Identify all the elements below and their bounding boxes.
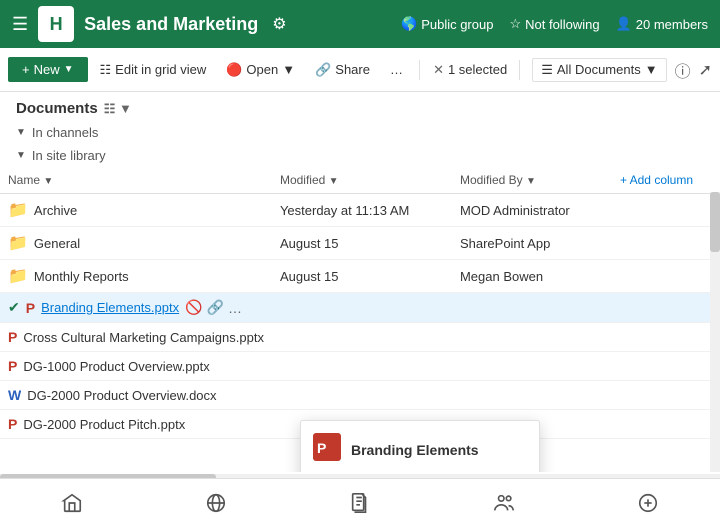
documents-title: Documents	[16, 100, 98, 117]
scrollbar-thumb[interactable]	[710, 192, 720, 252]
svg-text:P: P	[317, 440, 326, 456]
nav-home[interactable]	[45, 486, 99, 520]
table-row[interactable]: PDG-1000 Product Overview.pptx	[0, 352, 720, 381]
table-row[interactable]: 📁Archive Yesterday at 11:13 AM MOD Admin…	[0, 194, 720, 227]
info-button[interactable]: ⓘ	[675, 58, 691, 82]
more-actions-icon[interactable]: …	[228, 300, 242, 316]
all-docs-dropdown[interactable]: ☰ All Documents ▼	[532, 58, 666, 82]
plus-icon: +	[22, 62, 30, 77]
file-table: Name ▼ Modified ▼ Modified By ▼ + Add co…	[0, 167, 720, 439]
follow-button[interactable]: ☆ Not following	[509, 16, 599, 32]
tooltip-pptx-icon: P	[313, 433, 341, 467]
view-switcher[interactable]: ☷ ▼	[104, 101, 132, 117]
tooltip-header: P Branding Elements	[301, 421, 539, 472]
content-area: Documents ☷ ▼ ▼ In channels ▼ In site li…	[0, 92, 720, 472]
docx-icon: W	[8, 387, 21, 403]
hamburger-icon[interactable]: ☰	[12, 14, 28, 35]
folder-icon: 📁	[8, 266, 28, 286]
pptx-icon: P	[8, 416, 17, 432]
table-row[interactable]: PCross Cultural Marketing Campaigns.pptx	[0, 323, 720, 352]
chevron-down-icon: ▼	[64, 64, 74, 75]
checkout-icon: ✔	[8, 299, 20, 316]
folder-icon: 📁	[8, 233, 28, 253]
new-button[interactable]: + New ▼	[8, 57, 88, 82]
col-header-name: Name ▼	[0, 167, 272, 194]
modifiedby-cell: Megan Bowen	[452, 260, 612, 293]
collapse-arrow: ▼	[16, 127, 26, 138]
globe-icon: 🌎	[401, 16, 417, 32]
modified-cell: Yesterday at 11:13 AM	[272, 194, 452, 227]
command-bar: + New ▼ ☷ Edit in grid view 🔴 Open ▼ 🔗 S…	[0, 48, 720, 92]
vertical-scrollbar[interactable]	[710, 192, 720, 472]
tooltip-popup: P Branding Elements 🔗 See details ⚠ You …	[300, 420, 540, 472]
section-in-channels[interactable]: ▼ In channels	[0, 121, 720, 144]
folder-icon: 📁	[8, 200, 28, 220]
col-header-modified: Modified ▼	[272, 167, 452, 194]
table-row[interactable]: WDG-2000 Product Overview.docx	[0, 381, 720, 410]
more-button[interactable]: …	[382, 57, 411, 82]
table-row[interactable]: 📁Monthly Reports August 15 Megan Bowen	[0, 260, 720, 293]
section-in-site-library[interactable]: ▼ In site library	[0, 144, 720, 167]
command-right: ✕ 1 selected ☰ All Documents ▼ ⓘ ➚	[433, 58, 712, 82]
open-icon: 🔴	[226, 62, 242, 78]
close-icon[interactable]: ✕	[433, 62, 444, 78]
nav-globe[interactable]	[189, 486, 243, 520]
members-label[interactable]: 👤 20 members	[616, 16, 708, 32]
col-header-modifiedby: Modified By ▼	[452, 167, 612, 194]
docs-header: Documents ☷ ▼	[0, 92, 720, 121]
pptx-icon: P	[26, 300, 35, 316]
settings-icon[interactable]: ⚙	[272, 14, 286, 34]
lines-icon: ☰	[541, 62, 553, 78]
nav-add[interactable]	[621, 486, 675, 520]
visibility-label: 🌎 Public group	[401, 16, 493, 32]
modified-cell: August 15	[272, 260, 452, 293]
edit-grid-button[interactable]: ☷ Edit in grid view	[92, 57, 215, 83]
share-icon: 🔗	[315, 62, 331, 78]
group-title: Sales and Marketing	[84, 14, 258, 35]
expand-arrow: ▼	[16, 150, 26, 161]
modifiedby-cell: MOD Administrator	[452, 194, 612, 227]
tooltip-title: Branding Elements	[351, 442, 479, 458]
table-row[interactable]: 📁General August 15 SharePoint App	[0, 227, 720, 260]
file-name: Branding Elements.pptx	[41, 300, 179, 315]
share-button[interactable]: 🔗 Share	[307, 57, 378, 83]
star-icon: ☆	[509, 16, 521, 32]
chevron-down-icon-open: ▼	[282, 62, 295, 77]
top-bar-right: 🌎 Public group ☆ Not following 👤 20 memb…	[401, 16, 708, 32]
expand-icon[interactable]: ➚	[699, 60, 712, 80]
nav-document[interactable]	[333, 486, 387, 520]
open-button[interactable]: 🔴 Open ▼	[218, 57, 303, 83]
separator2	[519, 60, 520, 80]
modifiedby-cell: SharePoint App	[452, 227, 612, 260]
grid-icon: ☷	[100, 62, 112, 78]
separator	[419, 60, 420, 80]
action-icons: 🚫 🔗 …	[185, 299, 242, 316]
selected-badge: ✕ 1 selected	[433, 62, 507, 78]
nav-people[interactable]	[477, 486, 531, 520]
pptx-icon: P	[8, 358, 17, 374]
share-file-icon[interactable]: 🔗	[207, 299, 224, 316]
col-header-add[interactable]: + Add column	[612, 167, 720, 194]
pptx-icon: P	[8, 329, 17, 345]
cancel-checkout-icon[interactable]: 🚫	[185, 299, 202, 316]
table-row-selected[interactable]: ✔ P Branding Elements.pptx 🚫 🔗 …	[0, 293, 720, 323]
chevron-down-icon-docs: ▼	[645, 62, 658, 77]
person-icon: 👤	[616, 16, 632, 32]
app-logo: H	[38, 6, 74, 42]
top-bar: ☰ H Sales and Marketing ⚙ 🌎 Public group…	[0, 0, 720, 48]
modified-cell: August 15	[272, 227, 452, 260]
bottom-nav	[0, 478, 720, 526]
